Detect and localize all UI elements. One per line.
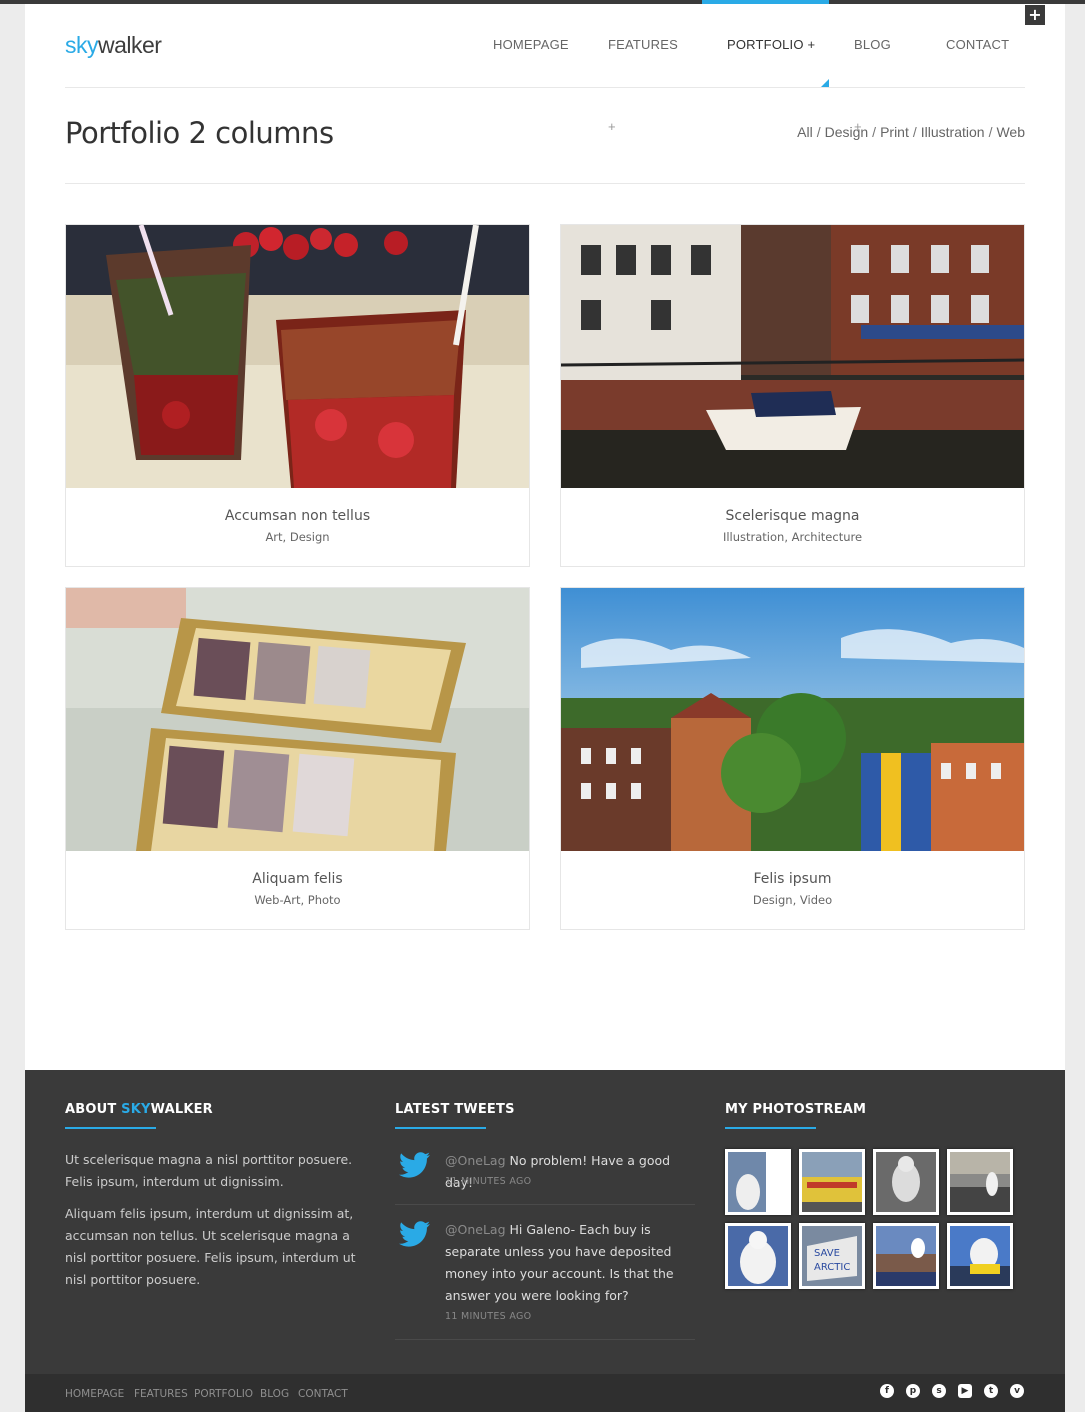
nav-blog[interactable]: BLOG +	[854, 4, 891, 134]
portfolio-filters: All / Design / Print / Illustration / Web	[797, 124, 1025, 140]
tweet-divider	[395, 1204, 695, 1205]
portfolio-item-categories: Illustration, Architecture	[722, 530, 863, 544]
filter-design[interactable]: Design	[825, 124, 869, 140]
tweet-text: @OneLag No problem! Have a good day!	[445, 1150, 695, 1194]
nav-homepage-label: HOMEPAGE	[493, 37, 569, 52]
nav-contact[interactable]: CONTACT	[946, 4, 1009, 88]
about-title-accent: SKY	[121, 1102, 151, 1117]
plus-icon[interactable]: +	[1025, 5, 1045, 25]
tweet-time: 11 MINUTES AGO	[445, 1311, 532, 1322]
footer: ABOUT SKYWALKER Ut scelerisque magna a n…	[25, 1070, 1065, 1374]
photostream-thumb[interactable]	[725, 1223, 791, 1289]
photostream-thumb[interactable]	[873, 1223, 939, 1289]
portfolio-item-title[interactable]: Aliquam felis	[66, 871, 529, 887]
photostream-thumb[interactable]	[947, 1223, 1013, 1289]
youtube-icon[interactable]: ▶	[958, 1384, 972, 1398]
vimeo-icon[interactable]: v	[1010, 1384, 1024, 1398]
about-title: ABOUT SKYWALKER	[65, 1102, 213, 1117]
about-title-prefix: ABOUT	[65, 1102, 122, 1117]
footer-link-portfolio[interactable]: PORTFOLIO	[194, 1388, 253, 1400]
tweet-text: @OneLag Hi Galeno- Each buy is separate …	[445, 1219, 695, 1307]
filter-web[interactable]: Web	[996, 124, 1025, 140]
plus-icon: +	[608, 119, 616, 134]
twitter-bird-icon	[398, 1152, 431, 1182]
plus-icon: +	[807, 37, 816, 52]
nav-portfolio-label: PORTFOLIO	[727, 37, 804, 52]
tweet-user-link[interactable]: @OneLag	[445, 1153, 506, 1168]
nav-blog-label: BLOG	[854, 37, 891, 52]
about-paragraph: Ut scelerisque magna a nisl porttitor po…	[65, 1152, 353, 1189]
photostream-thumb[interactable]	[725, 1149, 791, 1215]
about-paragraph: Aliquam felis ipsum, interdum ut digniss…	[65, 1206, 356, 1287]
tweet-divider	[395, 1339, 695, 1340]
svg-text:SAVE: SAVE	[814, 1248, 840, 1259]
portfolio-item-categories: Web-Art, Photo	[254, 893, 341, 907]
facebook-icon[interactable]: f	[880, 1384, 894, 1398]
filter-illustration[interactable]: Illustration	[921, 124, 985, 140]
logo-sky: sky	[65, 32, 99, 58]
header-divider	[65, 87, 1025, 88]
city-rooftops-photo[interactable]	[561, 588, 1024, 851]
filter-print[interactable]: Print	[880, 124, 909, 140]
title-underline	[65, 1127, 156, 1129]
photostream-thumb[interactable]	[873, 1149, 939, 1215]
title-divider	[65, 183, 1025, 184]
skype-icon[interactable]: s	[932, 1384, 946, 1398]
bottom-bar: HOMEPAGE FEATURES PORTFOLIO BLOG CONTACT…	[25, 1374, 1065, 1412]
twitter-icon[interactable]: t	[984, 1384, 998, 1398]
photostream-thumb[interactable]: SAVE ARCTIC	[799, 1223, 865, 1289]
photostream-thumb[interactable]	[799, 1149, 865, 1215]
nav-features-label: FEATURES	[608, 37, 678, 52]
filter-separator: /	[872, 124, 877, 140]
logo-walker: walker	[98, 32, 162, 58]
footer-link-contact[interactable]: CONTACT	[298, 1388, 348, 1400]
nav-portfolio[interactable]: PORTFOLIO +	[702, 0, 829, 88]
photostream-thumb[interactable]	[947, 1149, 1013, 1215]
nav-homepage[interactable]: HOMEPAGE	[493, 4, 569, 88]
logo[interactable]: skywalker	[65, 32, 162, 59]
page-title: Portfolio 2 columns	[65, 116, 334, 150]
portfolio-item-categories: Design, Video	[752, 893, 833, 907]
twitter-bird-icon	[398, 1221, 431, 1251]
filter-separator: /	[912, 124, 917, 140]
canal-boat-photo[interactable]	[561, 225, 1024, 488]
tweet-user-link[interactable]: @OneLag	[445, 1222, 506, 1237]
footer-link-blog[interactable]: BLOG	[260, 1388, 289, 1400]
portfolio-item[interactable]: Scelerisque magna Illustration, Architec…	[560, 224, 1025, 567]
pinterest-icon[interactable]: p	[906, 1384, 920, 1398]
footer-link-homepage[interactable]: HOMEPAGE	[65, 1388, 124, 1400]
footer-link-features[interactable]: FEATURES	[134, 1388, 188, 1400]
filter-separator: /	[988, 124, 993, 140]
portfolio-item-categories: Art, Design	[265, 530, 330, 544]
page-container: skywalker HOMEPAGE FEATURES + PORTFOLIO …	[25, 0, 1065, 1070]
portfolio-item-title[interactable]: Felis ipsum	[561, 871, 1024, 887]
about-title-suffix: WALKER	[150, 1102, 213, 1117]
nav-features[interactable]: FEATURES +	[608, 4, 678, 134]
portfolio-item[interactable]: Accumsan non tellus Art, Design	[65, 224, 530, 567]
filter-separator: /	[816, 124, 821, 140]
portfolio-item[interactable]: Felis ipsum Design, Video	[560, 587, 1025, 930]
cocktail-glasses-photo[interactable]	[66, 225, 529, 488]
eyeshadow-palette-photo[interactable]	[66, 588, 529, 851]
title-underline	[725, 1127, 816, 1129]
portfolio-item-title[interactable]: Accumsan non tellus	[66, 508, 529, 524]
filter-all[interactable]: All	[797, 124, 813, 140]
portfolio-item[interactable]: Aliquam felis Web-Art, Photo	[65, 587, 530, 930]
tweets-title: LATEST TWEETS	[395, 1102, 515, 1117]
portfolio-item-title[interactable]: Scelerisque magna	[561, 508, 1024, 524]
tweet-time: 11 MINUTES AGO	[445, 1176, 532, 1187]
title-underline	[395, 1127, 486, 1129]
svg-text:ARCTIC: ARCTIC	[814, 1262, 850, 1273]
photostream-title: MY PHOTOSTREAM	[725, 1102, 867, 1117]
nav-contact-label: CONTACT	[946, 37, 1010, 52]
